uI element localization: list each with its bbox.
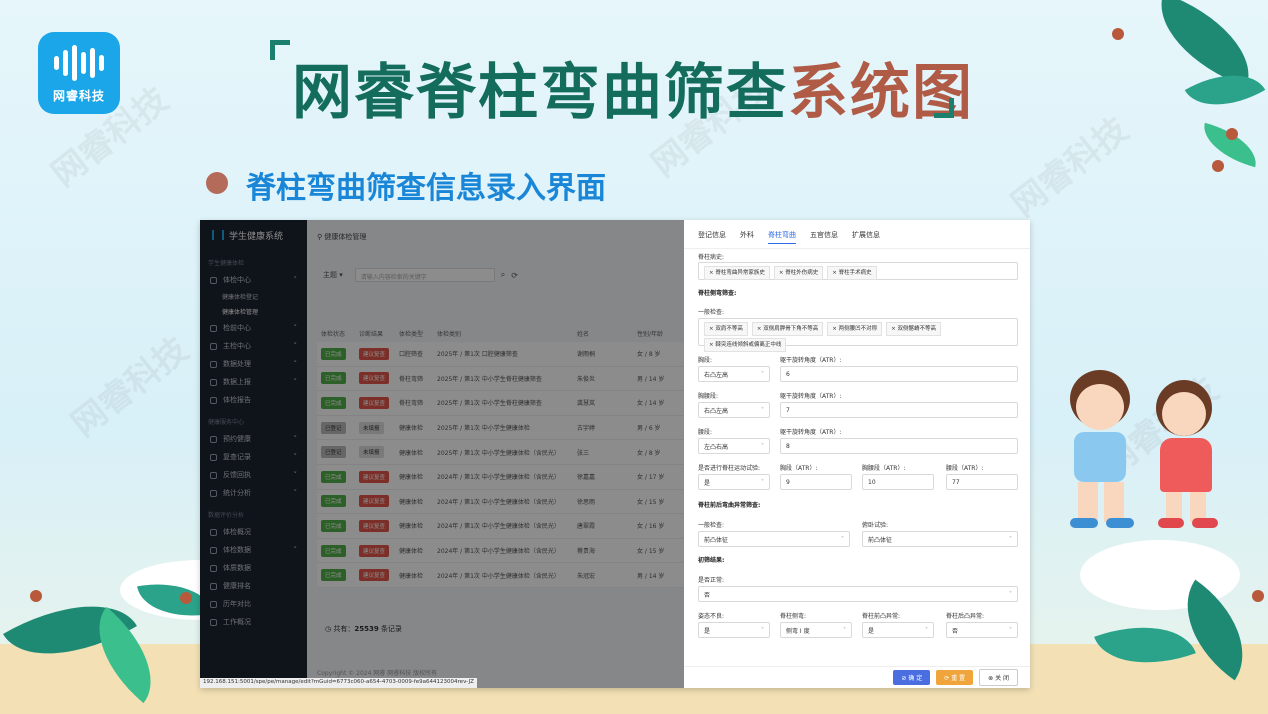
general-chip[interactable]: × 双侧肩胛骨下角不等高 [751,322,824,336]
confirm-button[interactable]: ⊘ 确 定 [893,670,931,685]
berry-decoration [1252,590,1264,602]
general-chip[interactable]: × 双肩不等高 [704,322,748,336]
girl-illustration [1150,380,1230,530]
general2-select[interactable]: 前凸体征 ˅ [698,531,850,547]
page-title: 网睿脊柱弯曲筛查系统图 [292,44,974,131]
chevron-down-icon: ˅ [761,406,764,414]
back-label: 脊柱后凸异常: [946,613,985,620]
section-scoliosis: 脊柱侧弯筛查: [698,290,737,297]
general-chip[interactable]: × 两侧腰凹不对称 [827,322,883,336]
front-label: 脊柱前凸异常: [862,613,901,620]
chest-atr-input[interactable]: 6 [780,366,1018,382]
thoracolumbar-select[interactable]: 右凸左高 ˅ [698,402,770,418]
motion-test-label: 是否进行脊柱运动试验: [698,465,761,472]
berry-decoration [1226,128,1238,140]
posture-select[interactable]: 是 ˅ [698,622,770,638]
reset-button[interactable]: ⟳ 重 置 [936,670,974,685]
tab-spine[interactable]: 脊柱弯曲 [768,230,796,244]
history-chip[interactable]: × 脊柱弯曲异常家族史 [704,266,770,280]
lumbar2-input[interactable]: 77 [946,474,1018,490]
app-screenshot: 学生健康系统 学生健康体检 体检中心 ˄ 健康体检登记 健康体检管理 检前中心 ˅ … [200,220,1030,688]
lumbar-select[interactable]: 左凸右高 ˅ [698,438,770,454]
general-check-chips[interactable]: × 双肩不等高 × 双侧肩胛骨下角不等高 × 两侧腰凹不对称 × 双侧髂嵴不等高 × 棘… [698,318,1018,352]
prone-label: 俯卧试验: [862,522,889,529]
chevron-down-icon: ˅ [761,442,764,450]
general2-label: 一般检查: [698,522,725,529]
title-bracket-left [270,40,290,60]
tl2-input[interactable]: 10 [862,474,934,490]
section-subtitle: 脊柱弯曲筛查信息录入界面 [246,171,606,206]
chevron-down-icon: ˅ [925,626,928,634]
chest2-label: 胸段（ATR）: [780,465,818,472]
lumbar2-label: 腰段（ATR）: [946,465,984,472]
chevron-down-icon: ˅ [761,626,764,634]
side-label: 脊柱侧弯: [780,613,807,620]
back-select[interactable]: 否 ˅ [946,622,1018,638]
company-logo: 网睿科技 [38,32,120,114]
thoracolumbar-label: 胸腰段: [698,393,719,400]
general-chip[interactable]: × 双侧髂嵴不等高 [886,322,941,336]
history-chips[interactable]: × 脊柱弯曲异常家族史 × 脊柱外伤病史 × 脊柱手术病史 [698,262,1018,280]
section-result: 初筛结果: [698,557,725,564]
chevron-down-icon: ˅ [843,626,846,634]
lumbar-label: 腰段: [698,429,713,436]
normal-label: 是否正常: [698,577,725,584]
chevron-down-icon: ˅ [1009,535,1012,543]
chest-select[interactable]: 右凸左高 ˅ [698,366,770,382]
motion-test-select[interactable]: 是 ˅ [698,474,770,490]
prone-select[interactable]: 前凸体征 ˅ [862,531,1018,547]
spine-form-panel: 登记信息 外科 脊柱弯曲 五官信息 扩展信息 脊柱病史: × 脊柱弯曲异常家族史… [684,220,1030,688]
tab-extended[interactable]: 扩展信息 [852,230,880,244]
logo-bars-icon [54,43,104,83]
bullet-dot [206,172,228,194]
side-select[interactable]: 侧弯 I 度 ˅ [780,622,852,638]
watermark: 网睿科技 [1004,109,1137,225]
lumbar-atr-label: 躯干旋转角度（ATR）: [780,429,842,436]
chevron-down-icon: ˅ [1009,626,1012,634]
close-button[interactable]: ⊗ 关 闭 [979,669,1018,686]
history-chip[interactable]: × 脊柱外伤病史 [773,266,824,280]
berry-decoration [180,592,192,604]
chest2-input[interactable]: 9 [780,474,852,490]
chevron-down-icon: ˅ [761,370,764,378]
tab-facial[interactable]: 五官信息 [810,230,838,244]
berry-decoration [1112,28,1124,40]
boy-illustration [1060,370,1150,530]
general-chip[interactable]: × 棘突连线倾斜或偏离正中线 [704,338,787,352]
leaf-decoration [1143,0,1267,88]
chevron-down-icon: ˅ [1009,590,1012,598]
modal-overlay [200,220,684,688]
chevron-down-icon: ˅ [761,478,764,486]
posture-label: 姿态不良: [698,613,725,620]
berry-decoration [1212,160,1224,172]
general-check-label: 一般检查: [698,309,725,316]
lumbar-atr-input[interactable]: 8 [780,438,1018,454]
watermark: 网睿科技 [64,329,197,445]
history-label: 脊柱病史: [698,254,725,261]
tl2-label: 胸腰段（ATR）: [862,465,906,472]
front-select[interactable]: 是 ˅ [862,622,934,638]
chevron-down-icon: ˅ [841,535,844,543]
thoracolumbar-atr-input[interactable]: 7 [780,402,1018,418]
logo-text: 网睿科技 [52,88,105,103]
normal-select[interactable]: 否 ˅ [698,586,1018,602]
form-tabs: 登记信息 外科 脊柱弯曲 五官信息 扩展信息 [684,220,1030,249]
status-url: 192.168.151:5001/spe/pe/manage/edit?mGui… [200,678,477,688]
title-bracket-right [934,98,954,118]
tab-surgery[interactable]: 外科 [740,230,754,244]
berry-decoration [30,590,42,602]
chest-label: 胸段: [698,357,713,364]
page-title-part1: 网睿脊柱弯曲筛查 [292,58,788,128]
section-sagittal: 脊柱前后弯曲异常筛查: [698,502,761,509]
form-footer: ⊘ 确 定 ⟳ 重 置 ⊗ 关 闭 [684,666,1030,688]
thoracolumbar-atr-label: 躯干旋转角度（ATR）: [780,393,842,400]
tab-register[interactable]: 登记信息 [698,230,726,244]
history-chip[interactable]: × 脊柱手术病史 [827,266,877,280]
chest-atr-label: 躯干旋转角度（ATR）: [780,357,842,364]
